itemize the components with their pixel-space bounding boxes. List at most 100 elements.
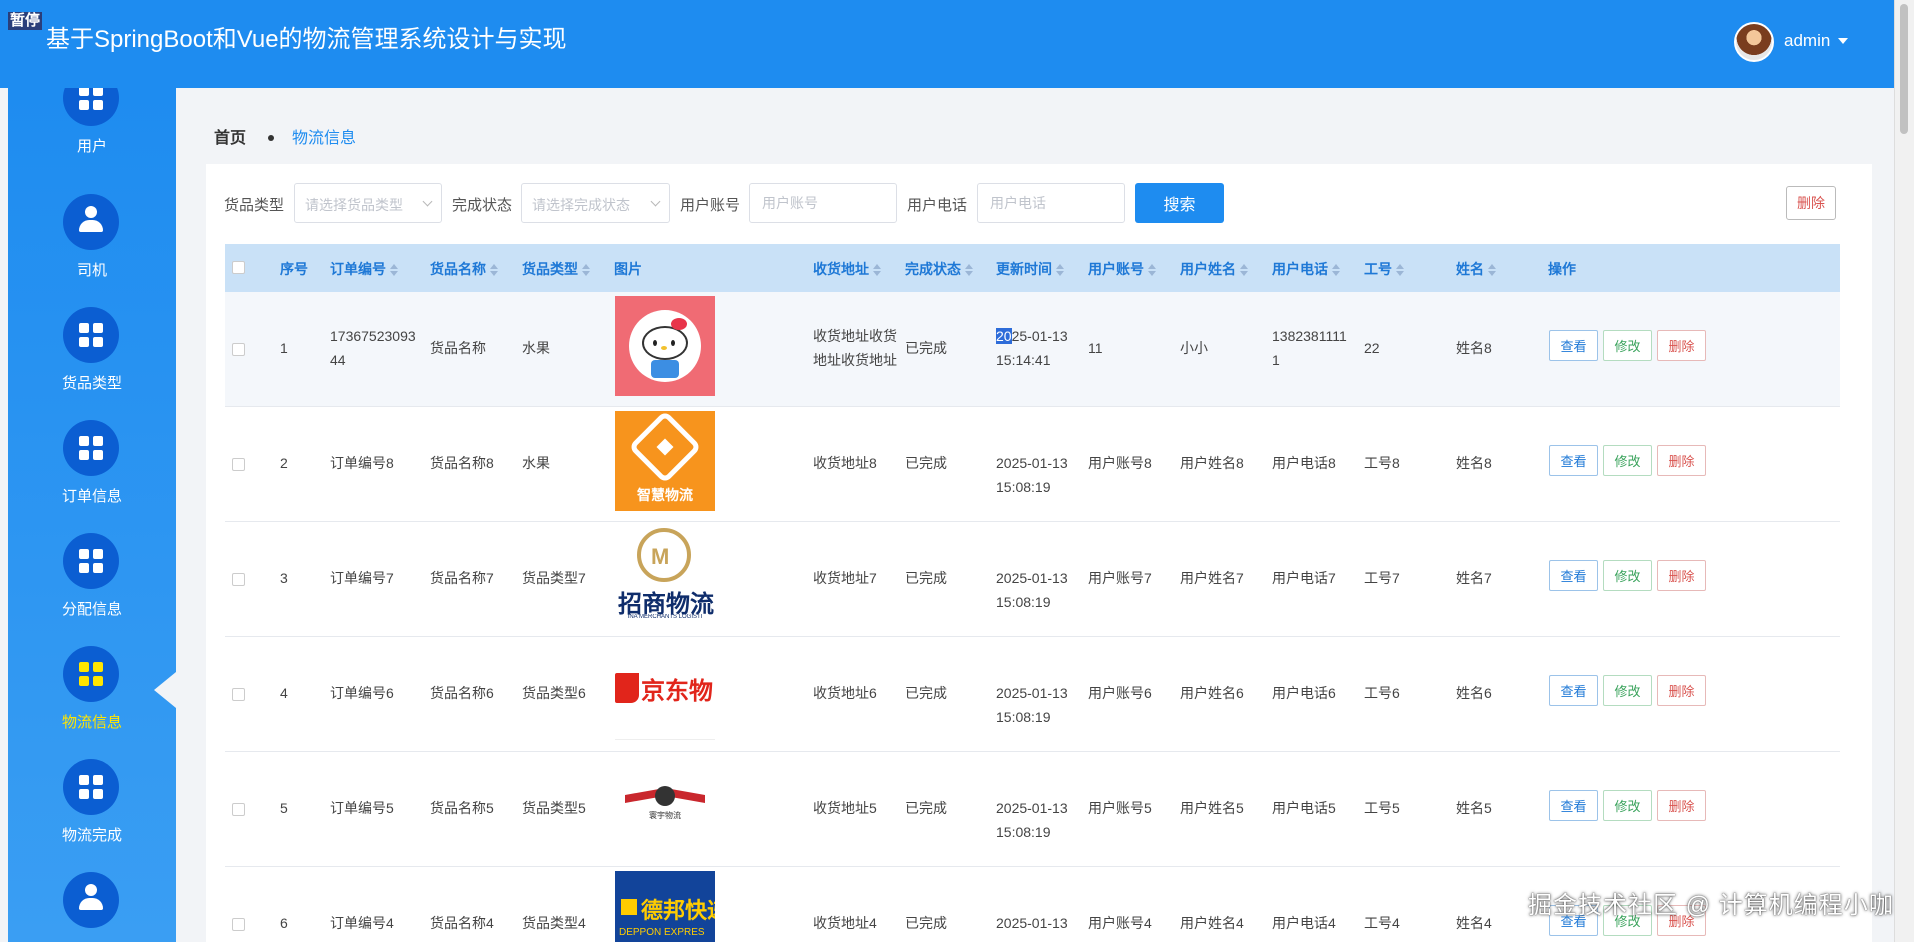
row-checkbox[interactable] — [232, 688, 245, 701]
view-button[interactable]: 查看 — [1549, 445, 1598, 476]
goods-image[interactable]: 德邦快递 DEPPON EXPRES — [615, 871, 715, 942]
col-name[interactable]: 姓名 — [1456, 259, 1496, 279]
top-bar: 暂停 基于SpringBoot和Vue的物流管理系统设计与实现 admin — [0, 0, 1894, 88]
cell-goods-name: 货品名称4 — [430, 915, 494, 931]
grid-icon — [79, 662, 103, 686]
page-scrollbar[interactable] — [1894, 0, 1914, 942]
col-updated[interactable]: 更新时间 — [996, 259, 1064, 279]
sort-icon[interactable] — [873, 264, 881, 277]
cell-index: 5 — [280, 800, 288, 816]
cell-goods-name: 货品名称8 — [430, 455, 494, 471]
cell-updated: 2025-01-13 15:14:41 — [996, 324, 1068, 372]
sidebar-icon-circle — [63, 88, 119, 126]
col-address[interactable]: 收货地址 — [813, 259, 881, 279]
edit-button[interactable]: 修改 — [1603, 330, 1652, 361]
cell-goods-type: 水果 — [522, 340, 550, 356]
table-row[interactable]: 2 订单编号8 货品名称8 水果 智慧物流 收货地址8 已完成 2025-01-13 15:0… — [225, 407, 1840, 522]
goods-image[interactable]: 智慧物流 — [615, 411, 715, 511]
scroll-thumb[interactable] — [1900, 4, 1908, 134]
search-button[interactable]: 搜索 — [1135, 183, 1224, 223]
row-checkbox[interactable] — [232, 343, 245, 356]
col-goods-name[interactable]: 货品名称 — [430, 259, 498, 279]
sort-icon[interactable] — [490, 264, 498, 277]
sort-icon[interactable] — [965, 264, 973, 277]
grid-icon — [79, 775, 103, 799]
row-checkbox[interactable] — [232, 458, 245, 471]
cell-phone: 用户电话7 — [1272, 570, 1336, 586]
col-goods-type[interactable]: 货品类型 — [522, 259, 590, 279]
account-input[interactable] — [749, 183, 897, 223]
grid-icon — [79, 549, 103, 573]
sidebar-item[interactable]: 订单信息 — [8, 420, 176, 520]
row-checkbox[interactable] — [232, 803, 245, 816]
sort-icon[interactable] — [1148, 264, 1156, 277]
col-status[interactable]: 完成状态 — [905, 259, 973, 279]
select-all-checkbox[interactable] — [232, 261, 245, 274]
col-job-no[interactable]: 工号 — [1364, 259, 1404, 279]
view-button[interactable]: 查看 — [1549, 330, 1598, 361]
status-label: 完成状态 — [452, 197, 513, 214]
sort-icon[interactable] — [1332, 264, 1340, 277]
table-row[interactable]: 3 订单编号7 货品名称7 货品类型7 M 招商物流 INA MERCHANTS LOGIS… — [225, 522, 1840, 637]
col-account[interactable]: 用户账号 — [1088, 259, 1156, 279]
watermark: 掘金技术社区 @ 计算机编程小咖 — [1528, 892, 1894, 919]
delete-button[interactable]: 删除 — [1657, 790, 1706, 821]
breadcrumb-home[interactable]: 首页 — [214, 130, 246, 147]
cell-status: 已完成 — [905, 455, 947, 471]
sidebar-item-label: 物流信息 — [61, 714, 122, 731]
edit-button[interactable]: 修改 — [1603, 445, 1652, 476]
delete-button[interactable]: 删除 — [1657, 675, 1706, 706]
view-button[interactable]: 查看 — [1549, 675, 1598, 706]
sidebar-item[interactable]: 物流完成 — [8, 759, 176, 859]
cell-phone: 用户电话8 — [1272, 455, 1336, 471]
cell-index: 6 — [280, 915, 288, 931]
col-user-name[interactable]: 用户姓名 — [1180, 259, 1248, 279]
status-select[interactable]: 请选择完成状态 — [521, 183, 670, 223]
cell-address: 收货地址4 — [813, 915, 877, 931]
sort-icon[interactable] — [1056, 264, 1064, 277]
person-icon — [79, 206, 103, 236]
goods-image[interactable] — [615, 296, 715, 396]
sort-icon[interactable] — [1396, 264, 1404, 277]
sort-icon[interactable] — [390, 264, 398, 277]
user-menu[interactable]: admin — [1784, 31, 1830, 51]
view-button[interactable]: 查看 — [1549, 790, 1598, 821]
avatar[interactable] — [1734, 22, 1774, 62]
sidebar-item[interactable]: 用户 — [8, 88, 176, 170]
table-header: 序号 订单编号 货品名称 货品类型 图片 收货地址 完成状态 更新时间 用户账号… — [225, 244, 1840, 292]
table-row[interactable]: 1 17367523093 44 货品名称 水果 收货地址收货 地址收货地址 已完成 202… — [225, 292, 1840, 407]
cell-phone: 1382381111 1 — [1272, 328, 1347, 368]
bulk-delete-button[interactable]: 删除 — [1786, 186, 1836, 220]
sidebar-item[interactable]: 货品类型 — [8, 307, 176, 407]
sidebar-item[interactable]: 分配信息 — [8, 533, 176, 633]
row-checkbox[interactable] — [232, 918, 245, 931]
delete-button[interactable]: 删除 — [1657, 330, 1706, 361]
col-phone[interactable]: 用户电话 — [1272, 259, 1340, 279]
edit-button[interactable]: 修改 — [1603, 790, 1652, 821]
col-order-no[interactable]: 订单编号 — [330, 259, 398, 279]
delete-button[interactable]: 删除 — [1657, 560, 1706, 591]
sidebar-item[interactable]: 物流信息 — [8, 646, 176, 746]
table-row[interactable]: 5 订单编号5 货品名称5 货品类型5 寰宇物流 收货地址5 已完成 2025-01-13 1… — [225, 752, 1840, 867]
row-checkbox[interactable] — [232, 573, 245, 586]
goods-type-select[interactable]: 请选择货品类型 — [294, 183, 442, 223]
edit-button[interactable]: 修改 — [1603, 560, 1652, 591]
sort-icon[interactable] — [582, 264, 590, 277]
phone-label: 用户电话 — [907, 197, 968, 214]
cell-user-name: 用户姓名4 — [1180, 915, 1244, 931]
view-button[interactable]: 查看 — [1549, 560, 1598, 591]
sort-icon[interactable] — [1240, 264, 1248, 277]
phone-input[interactable] — [977, 183, 1125, 223]
caret-down-icon[interactable] — [1838, 38, 1848, 44]
sidebar-item[interactable]: 司机 — [8, 194, 176, 294]
goods-image[interactable]: M 招商物流 INA MERCHANTS LOGISTI — [615, 526, 715, 626]
table-row[interactable]: 4 订单编号6 货品名称6 货品类型6 京东物 收货地址6 已完成 2025-01-13 15… — [225, 637, 1840, 752]
sort-icon[interactable] — [1488, 264, 1496, 277]
goods-image[interactable]: 京东物 — [615, 641, 715, 741]
cell-account: 用户账号5 — [1088, 800, 1152, 816]
sidebar-item[interactable] — [8, 872, 176, 942]
sidebar-item-label: 司机 — [76, 262, 107, 279]
edit-button[interactable]: 修改 — [1603, 675, 1652, 706]
goods-image[interactable]: 寰宇物流 — [615, 756, 715, 856]
delete-button[interactable]: 删除 — [1657, 445, 1706, 476]
